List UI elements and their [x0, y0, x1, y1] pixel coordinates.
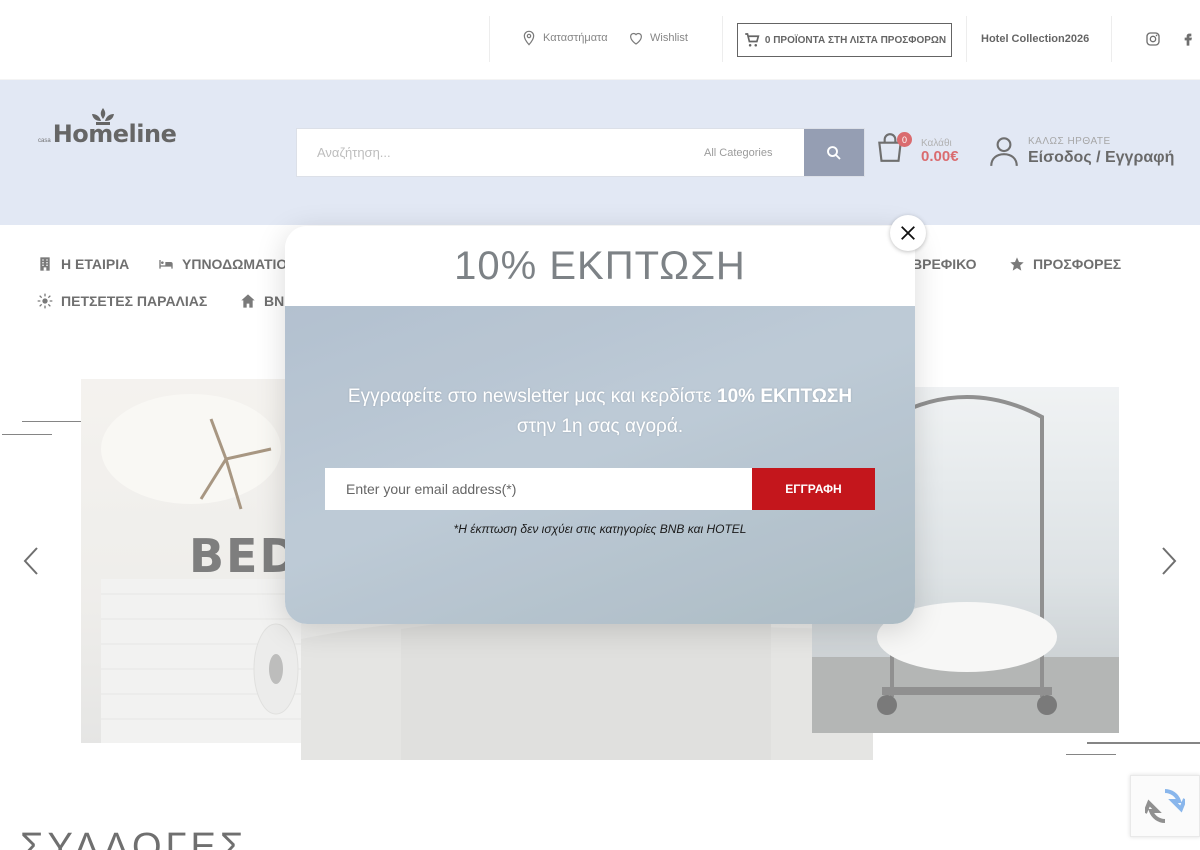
modal-title: 10% ΕΚΠΤΩΣΗ [454, 243, 746, 288]
modal-message: Εγγραφείτε στο newsletter μας και κερδίσ… [305, 382, 895, 442]
modal-header: 10% ΕΚΠΤΩΣΗ [285, 226, 915, 306]
modal-text-pre: Εγγραφείτε στο newsletter μας και κερδίσ… [347, 386, 718, 407]
discount-disclaimer: *Η έκπτωση δεν ισχύει στις κατηγορίες BN… [453, 522, 747, 536]
newsletter-modal: 10% ΕΚΠΤΩΣΗ Εγγραφείτε στο newsletter μα… [285, 226, 915, 624]
subscribe-button[interactable]: ΕΓΓΡΑΦΗ [752, 468, 875, 510]
email-field[interactable] [325, 468, 752, 510]
newsletter-form: ΕΓΓΡΑΦΗ [325, 468, 875, 510]
modal-text-post: στην 1η σας αγορά. [516, 416, 684, 437]
modal-close-button[interactable] [890, 215, 926, 251]
close-icon [901, 226, 915, 240]
modal-text-bold: 10% ΕΚΠΤΩΣΗ [717, 386, 853, 407]
modal-body: Εγγραφείτε στο newsletter μας και κερδίσ… [285, 306, 915, 624]
